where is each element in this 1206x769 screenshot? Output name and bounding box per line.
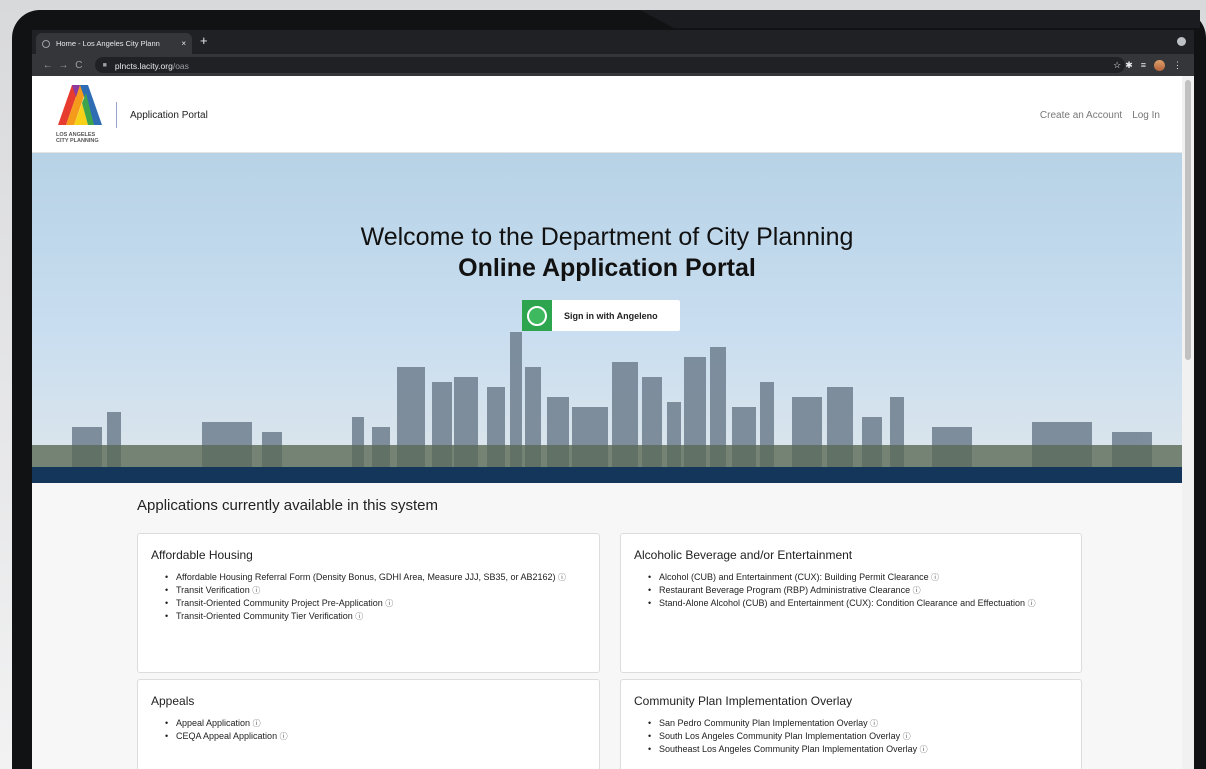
info-icon[interactable]: ⓘ bbox=[1028, 599, 1036, 608]
angeleno-seal-icon bbox=[522, 300, 552, 331]
list-item[interactable]: CEQA Appeal Application ⓘ bbox=[151, 730, 586, 743]
tab-title: Home - Los Angeles City Plann bbox=[56, 39, 160, 48]
info-icon[interactable]: ⓘ bbox=[931, 573, 939, 582]
log-in-link[interactable]: Log In bbox=[1132, 110, 1160, 121]
skyline-image bbox=[32, 332, 1182, 467]
toolbar-icons: ☆ bbox=[1113, 60, 1125, 71]
info-icon[interactable]: ⓘ bbox=[870, 719, 878, 728]
scrollbar-thumb[interactable] bbox=[1185, 80, 1191, 360]
avatar[interactable] bbox=[1154, 59, 1165, 71]
list-item[interactable]: Appeal Application ⓘ bbox=[151, 717, 586, 730]
web-page: LOS ANGELES CITY PLANNING Application Po… bbox=[32, 76, 1182, 769]
card-title: Alcoholic Beverage and/or Entertainment bbox=[634, 548, 853, 562]
card-title: Community Plan Implementation Overlay bbox=[634, 694, 853, 708]
logo-line-2: CITY PLANNING bbox=[56, 138, 99, 144]
info-icon[interactable]: ⓘ bbox=[920, 745, 928, 754]
star-icon[interactable]: ☆ bbox=[1113, 60, 1121, 71]
window-menu-icon[interactable] bbox=[1177, 37, 1186, 46]
info-icon[interactable]: ⓘ bbox=[903, 732, 911, 741]
reload-button[interactable]: C bbox=[71, 60, 87, 71]
application-list: Affordable Housing Referral Form (Densit… bbox=[151, 571, 586, 623]
list-item[interactable]: Transit-Oriented Community Project Pre-A… bbox=[151, 597, 586, 610]
card-title: Affordable Housing bbox=[151, 548, 253, 562]
list-item[interactable]: Transit Verification ⓘ bbox=[151, 584, 586, 597]
card-alcoholic-beverage: Alcoholic Beverage and/or Entertainment … bbox=[620, 533, 1082, 673]
portal-title: Application Portal bbox=[130, 110, 208, 121]
address-bar: ← → C ■ plncts.lacity.org/oas ☆ ✱ ≡ ⋮ bbox=[32, 54, 1194, 76]
hero-title: Welcome to the Department of City Planni… bbox=[360, 223, 854, 251]
media-icon[interactable]: ≡ bbox=[1141, 60, 1146, 70]
url-text: plncts.lacity.org/oas bbox=[115, 56, 189, 74]
info-icon[interactable]: ⓘ bbox=[253, 719, 261, 728]
hero-banner: Welcome to the Department of City Planni… bbox=[32, 153, 1182, 483]
application-list: Alcohol (CUB) and Entertainment (CUX): B… bbox=[634, 571, 1068, 610]
info-icon[interactable]: ⓘ bbox=[252, 586, 260, 595]
info-icon[interactable]: ⓘ bbox=[280, 732, 288, 741]
list-item[interactable]: Southeast Los Angeles Community Plan Imp… bbox=[634, 743, 1068, 756]
new-tab-button[interactable]: + bbox=[200, 34, 208, 48]
forward-button[interactable]: → bbox=[56, 60, 72, 71]
extension-icons: ✱ ≡ ⋮ bbox=[1125, 59, 1186, 71]
sign-in-label: Sign in with Angeleno bbox=[564, 310, 658, 321]
close-icon[interactable]: × bbox=[181, 39, 186, 48]
create-account-link[interactable]: Create an Account bbox=[1040, 110, 1122, 121]
info-icon[interactable]: ⓘ bbox=[913, 586, 921, 595]
back-button[interactable]: ← bbox=[40, 60, 56, 71]
list-item[interactable]: South Los Angeles Community Plan Impleme… bbox=[634, 730, 1068, 743]
globe-icon bbox=[42, 39, 50, 48]
applications-heading: Applications currently available in this… bbox=[137, 497, 438, 514]
header-links: Create an Account Log In bbox=[1040, 110, 1160, 121]
puzzle-icon[interactable]: ✱ bbox=[1125, 60, 1133, 71]
info-icon[interactable]: ⓘ bbox=[385, 599, 393, 608]
browser-window: Home - Los Angeles City Plann × + ← → C … bbox=[32, 30, 1194, 769]
card-appeals: Appeals Appeal Application ⓘ CEQA Appeal… bbox=[137, 679, 600, 769]
logo-text: LOS ANGELES CITY PLANNING bbox=[56, 132, 104, 144]
hero-bottom-band bbox=[32, 467, 1182, 483]
list-item[interactable]: Affordable Housing Referral Form (Densit… bbox=[151, 571, 586, 584]
url-host: plncts.lacity.org bbox=[114, 61, 173, 71]
card-title: Appeals bbox=[151, 694, 195, 708]
card-community-plan-overlay: Community Plan Implementation Overlay Sa… bbox=[620, 679, 1082, 769]
list-item[interactable]: Restaurant Beverage Program (RBP) Admini… bbox=[634, 584, 1068, 597]
lock-icon: ■ bbox=[102, 61, 107, 69]
list-item[interactable]: Transit-Oriented Community Tier Verifica… bbox=[151, 610, 586, 623]
list-item[interactable]: San Pedro Community Plan Implementation … bbox=[634, 717, 1068, 730]
list-item[interactable]: Alcohol (CUB) and Entertainment (CUX): B… bbox=[634, 571, 1068, 584]
logo-mark-icon bbox=[58, 85, 102, 125]
url-path: /oas bbox=[172, 61, 189, 71]
application-list: San Pedro Community Plan Implementation … bbox=[634, 717, 1068, 756]
header-divider bbox=[116, 102, 117, 128]
la-city-planning-logo[interactable]: LOS ANGELES CITY PLANNING bbox=[56, 85, 104, 147]
sign-in-angeleno-button[interactable]: Sign in with Angeleno bbox=[522, 300, 680, 331]
info-icon[interactable]: ⓘ bbox=[558, 573, 566, 582]
url-input[interactable]: ■ plncts.lacity.org/oas ☆ bbox=[94, 56, 1126, 74]
card-affordable-housing: Affordable Housing Affordable Housing Re… bbox=[137, 533, 600, 673]
kebab-menu-icon[interactable]: ⋮ bbox=[1173, 60, 1182, 71]
page-scrollbar[interactable] bbox=[1182, 76, 1194, 769]
browser-tab[interactable]: Home - Los Angeles City Plann × bbox=[36, 33, 192, 54]
application-list: Appeal Application ⓘ CEQA Appeal Applica… bbox=[151, 717, 586, 743]
list-item[interactable]: Stand-Alone Alcohol (CUB) and Entertainm… bbox=[634, 597, 1068, 610]
hero-subtitle: Online Application Portal bbox=[458, 254, 756, 282]
site-header: LOS ANGELES CITY PLANNING Application Po… bbox=[32, 76, 1182, 153]
laptop-lid-edge bbox=[640, 10, 1200, 28]
info-icon[interactable]: ⓘ bbox=[355, 612, 363, 621]
tab-strip: Home - Los Angeles City Plann × + bbox=[32, 30, 1194, 54]
